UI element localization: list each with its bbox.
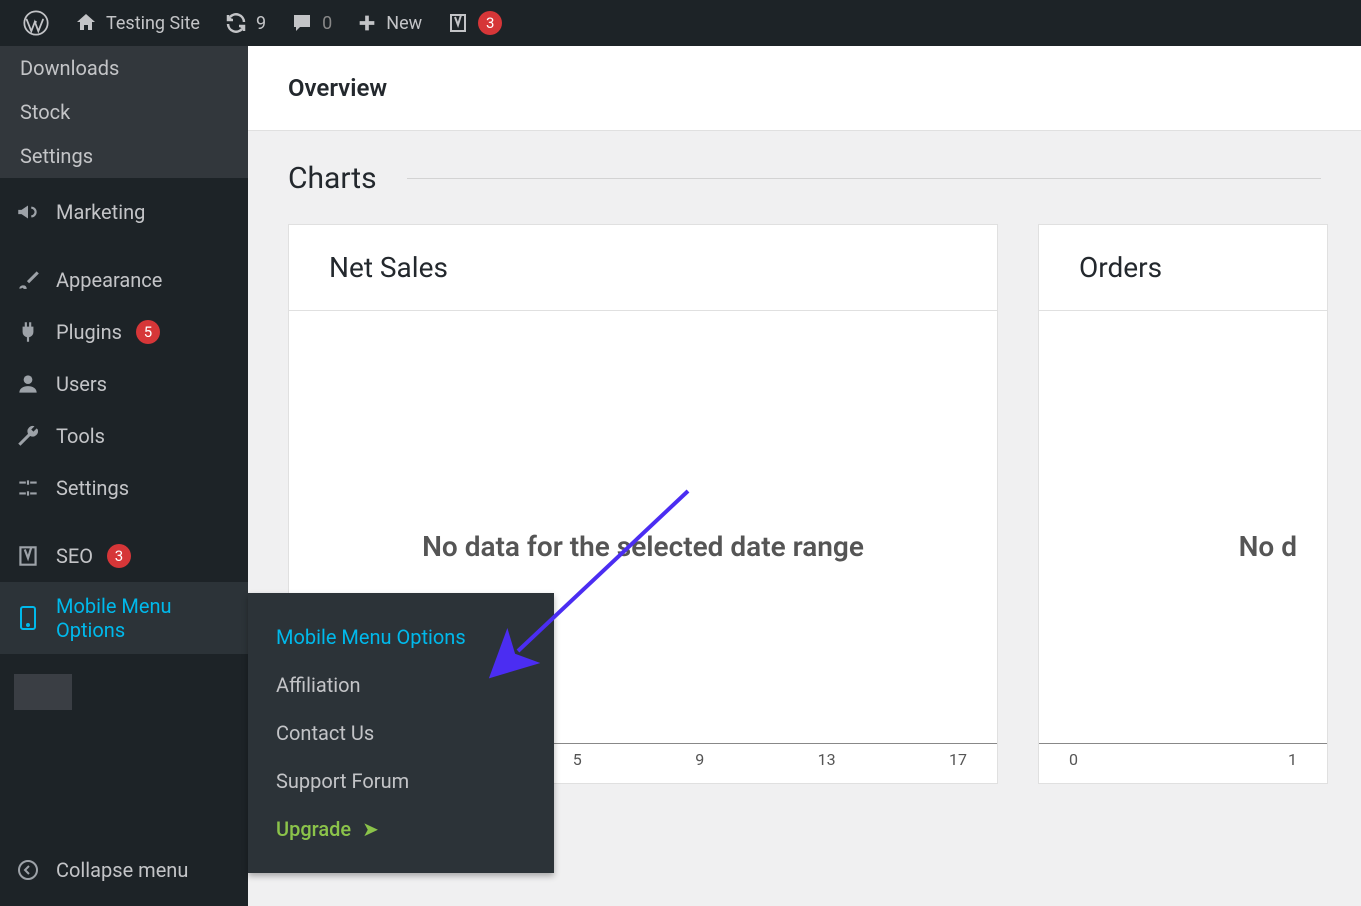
sidebar-item-settings[interactable]: Settings — [0, 462, 248, 514]
sidebar-item-appearance[interactable]: Appearance — [0, 254, 248, 306]
yoast-badge: 3 — [478, 11, 502, 35]
sidebar-item-label: Plugins — [56, 320, 122, 344]
site-name: Testing Site — [106, 13, 200, 34]
sidebar-item-mobile-menu-options[interactable]: Mobile Menu Options — [0, 582, 248, 654]
flyout-item-contact-us[interactable]: Contact Us — [248, 709, 554, 757]
user-icon — [14, 370, 42, 398]
yoast-menu[interactable]: 3 — [434, 0, 514, 46]
axis-tick: 1 — [1288, 750, 1297, 783]
seo-badge: 3 — [107, 544, 131, 568]
wp-logo-menu[interactable] — [10, 0, 62, 46]
flyout-item-mobile-menu-options[interactable]: Mobile Menu Options — [248, 613, 554, 661]
site-home-link[interactable]: Testing Site — [62, 0, 212, 46]
update-icon — [224, 11, 248, 35]
sidebar-sub-section: Downloads Stock Settings — [0, 46, 248, 178]
new-label: New — [386, 13, 422, 34]
axis-tick: 17 — [949, 750, 967, 783]
sidebar-item-label: Mobile Menu Options — [56, 594, 234, 642]
comments-count: 0 — [322, 13, 332, 34]
sliders-icon — [14, 474, 42, 502]
admin-bar: Testing Site 9 0 New 3 — [0, 0, 1361, 46]
updates-count: 9 — [256, 13, 266, 34]
sidebar-sub-downloads[interactable]: Downloads — [0, 46, 248, 90]
sidebar-item-label: Appearance — [56, 268, 162, 292]
home-icon — [74, 11, 98, 35]
plugins-badge: 5 — [136, 320, 160, 344]
axis-tick: 0 — [1069, 750, 1078, 783]
comments-link[interactable]: 0 — [278, 0, 344, 46]
axis-tick: 13 — [818, 750, 836, 783]
sidebar-item-label: SEO — [56, 544, 93, 568]
sidebar-item-users[interactable]: Users — [0, 358, 248, 410]
axis-tick: 9 — [695, 750, 704, 783]
sidebar-sub-settings[interactable]: Settings — [0, 134, 248, 178]
sidebar-sub-stock[interactable]: Stock — [0, 90, 248, 134]
x-axis: 0 1 — [1039, 743, 1327, 783]
sidebar-item-label: Marketing — [56, 200, 145, 224]
wrench-icon — [14, 422, 42, 450]
chart-title: Net Sales — [289, 225, 997, 311]
sidebar-placeholder-box — [14, 674, 72, 710]
overview-title: Overview — [288, 74, 387, 102]
mobile-icon — [14, 604, 42, 632]
yoast-icon — [446, 11, 470, 35]
updates-link[interactable]: 9 — [212, 0, 278, 46]
axis-tick: 5 — [573, 750, 582, 783]
yoast-icon — [14, 542, 42, 570]
sidebar-item-seo[interactable]: SEO 3 — [0, 530, 248, 582]
collapse-label: Collapse menu — [56, 858, 188, 882]
plug-icon — [14, 318, 42, 346]
sidebar-item-plugins[interactable]: Plugins 5 — [0, 306, 248, 358]
admin-sidebar: Downloads Stock Settings Marketing Appea… — [0, 46, 248, 906]
sidebar-item-marketing[interactable]: Marketing — [0, 186, 248, 238]
sidebar-item-label: Settings — [56, 476, 129, 500]
wordpress-icon — [22, 9, 50, 37]
comment-icon — [290, 11, 314, 35]
megaphone-icon — [14, 198, 42, 226]
plus-icon — [356, 12, 378, 34]
sidebar-item-label: Users — [56, 372, 107, 396]
flyout-item-affiliation[interactable]: Affiliation — [248, 661, 554, 709]
mobile-menu-flyout: Mobile Menu Options Affiliation Contact … — [248, 593, 554, 873]
divider — [407, 178, 1321, 179]
brush-icon — [14, 266, 42, 294]
no-data-message: No d — [1069, 527, 1297, 566]
sidebar-item-tools[interactable]: Tools — [0, 410, 248, 462]
flyout-item-support-forum[interactable]: Support Forum — [248, 757, 554, 805]
charts-heading: Charts — [288, 161, 377, 196]
flyout-item-upgrade[interactable]: Upgrade ➤ — [248, 805, 554, 853]
no-data-message: No data for the selected date range — [422, 527, 864, 566]
sidebar-item-label: Tools — [56, 424, 105, 448]
overview-header: Overview — [248, 46, 1361, 131]
collapse-menu-button[interactable]: Collapse menu — [0, 844, 248, 896]
upgrade-label: Upgrade — [276, 817, 351, 841]
chart-title: Orders — [1039, 225, 1327, 311]
collapse-icon — [14, 856, 42, 884]
new-content-link[interactable]: New — [344, 0, 434, 46]
triangle-right-icon: ➤ — [362, 817, 379, 841]
chart-card-orders: Orders No d 0 1 — [1038, 224, 1328, 784]
